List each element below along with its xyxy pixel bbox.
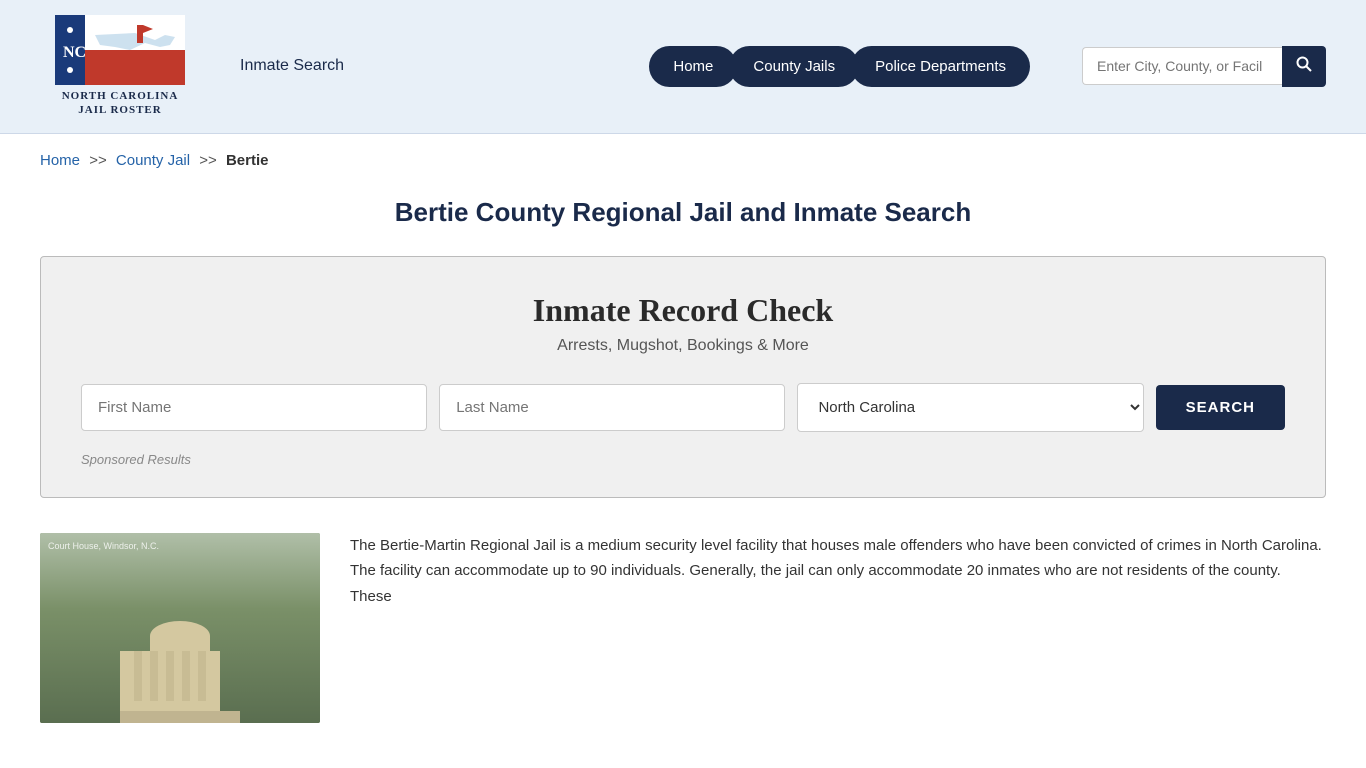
breadcrumb-sep1: >> [89, 152, 107, 169]
state-select[interactable]: AlabamaAlaskaArizonaArkansasCaliforniaCo… [797, 383, 1143, 432]
header-search-input[interactable] [1082, 47, 1282, 85]
last-name-input[interactable] [439, 384, 785, 431]
page-title: Bertie County Regional Jail and Inmate S… [40, 197, 1326, 228]
breadcrumb: Home >> County Jail >> Bertie [0, 134, 1366, 187]
site-header: NC NORTH CAROLINA JAIL ROSTER Inmate Sea… [0, 0, 1366, 134]
record-check-box: Inmate Record Check Arrests, Mugshot, Bo… [40, 256, 1326, 498]
bottom-content: Court House, Windsor, N.C. [40, 533, 1326, 723]
sponsored-label: Sponsored Results [81, 452, 1285, 467]
nav-home-button[interactable]: Home [649, 46, 737, 87]
breadcrumb-sep2: >> [199, 152, 217, 169]
logo-text: NORTH CAROLINA JAIL ROSTER [62, 89, 179, 118]
search-icon [1296, 56, 1312, 72]
jail-image: Court House, Windsor, N.C. [40, 533, 320, 723]
description-text: The Bertie-Martin Regional Jail is a med… [350, 533, 1326, 610]
breadcrumb-current: Bertie [226, 152, 269, 169]
logo-area: NC NORTH CAROLINA JAIL ROSTER [40, 15, 200, 118]
record-check-heading: Inmate Record Check [81, 292, 1285, 329]
main-nav: Home County Jails Police Departments [649, 46, 1022, 87]
inmate-search-form: AlabamaAlaskaArizonaArkansasCaliforniaCo… [81, 383, 1285, 432]
breadcrumb-home-link[interactable]: Home [40, 152, 80, 169]
inmate-search-link[interactable]: Inmate Search [240, 57, 344, 75]
nc-flag-icon: NC [55, 15, 185, 85]
record-check-subtitle: Arrests, Mugshot, Bookings & More [81, 337, 1285, 355]
svg-text:NC: NC [63, 44, 86, 61]
image-caption: Court House, Windsor, N.C. [48, 541, 159, 551]
header-search-button[interactable] [1282, 46, 1326, 87]
nav-police-departments-button[interactable]: Police Departments [851, 46, 1030, 87]
nav-county-jails-button[interactable]: County Jails [729, 46, 859, 87]
header-search-area [1082, 46, 1326, 87]
record-search-button[interactable]: SEARCH [1156, 385, 1285, 430]
main-content: Bertie County Regional Jail and Inmate S… [0, 187, 1366, 763]
first-name-input[interactable] [81, 384, 427, 431]
breadcrumb-county-jail-link[interactable]: County Jail [116, 152, 190, 169]
courthouse-illustration [120, 621, 240, 723]
